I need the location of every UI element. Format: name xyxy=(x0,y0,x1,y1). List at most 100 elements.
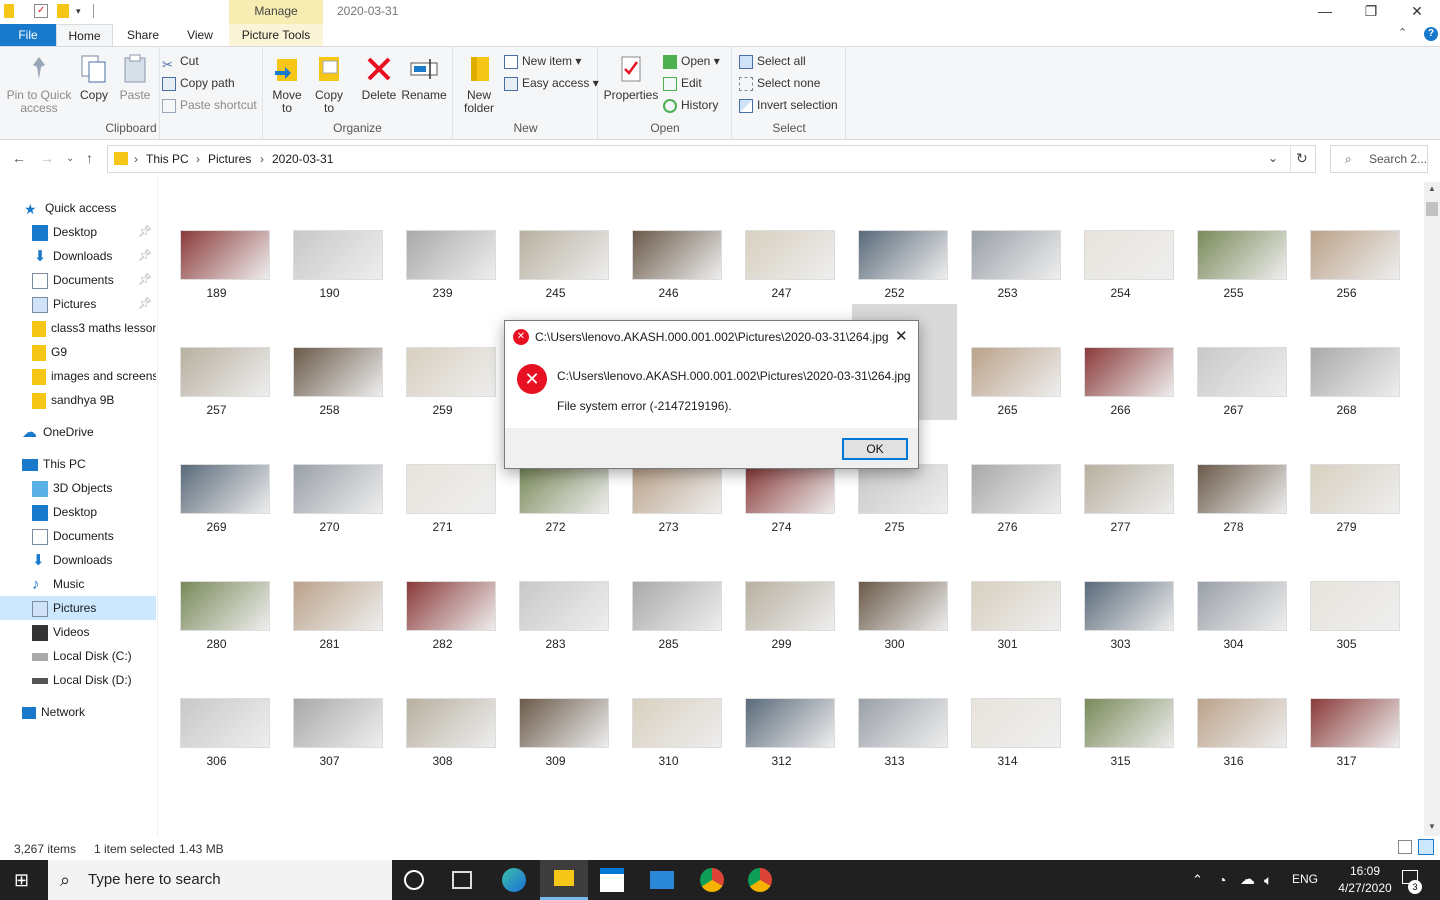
file-thumbnail[interactable]: 303 xyxy=(1064,569,1177,686)
copy-path-button[interactable]: Copy path xyxy=(162,73,235,93)
manage-context-tab[interactable]: Manage xyxy=(229,0,323,24)
refresh-icon[interactable]: ↻ xyxy=(1296,150,1308,167)
recent-locations-icon[interactable]: ⌄ xyxy=(66,153,74,164)
minimize-button[interactable]: — xyxy=(1302,0,1348,24)
new-folder-quick-icon[interactable] xyxy=(57,4,69,18)
invert-selection-button[interactable]: Invert selection xyxy=(739,95,838,115)
file-thumbnail[interactable]: 309 xyxy=(499,686,612,803)
scroll-down-icon[interactable]: ▼ xyxy=(1424,822,1440,836)
history-button[interactable]: History xyxy=(663,95,718,115)
file-thumbnail[interactable]: 256 xyxy=(1290,218,1403,335)
onedrive-cloud-icon[interactable]: ☁ xyxy=(1240,868,1264,892)
easy-access-button[interactable]: Easy access ▾ xyxy=(504,73,599,93)
vertical-scrollbar[interactable]: ▲ ▼ xyxy=(1424,182,1440,836)
new-folder-button[interactable]: New folder xyxy=(458,53,500,115)
copy-to-button[interactable]: Copy to xyxy=(309,53,349,115)
mail-icon[interactable] xyxy=(650,871,674,889)
paste-shortcut-button[interactable]: Paste shortcut xyxy=(162,95,257,115)
pin-quick-access-button[interactable]: Pin to Quick access xyxy=(4,53,74,115)
file-thumbnail[interactable]: 258 xyxy=(273,335,386,452)
edit-button[interactable]: Edit xyxy=(663,73,702,93)
collapse-ribbon-icon[interactable]: ⌃ xyxy=(1398,26,1407,39)
file-thumbnail[interactable]: 299 xyxy=(725,569,838,686)
file-thumbnail[interactable]: 246 xyxy=(612,218,725,335)
nav-pc-local-disk-c[interactable]: Local Disk (C:) xyxy=(32,644,156,668)
nav-quick-folder[interactable]: images and screens xyxy=(32,364,156,388)
chrome-icon[interactable] xyxy=(700,868,724,892)
nav-pc-local-disk-d[interactable]: Local Disk (D:) xyxy=(32,668,156,692)
file-thumbnail[interactable]: 278 xyxy=(1177,452,1290,569)
nav-pc-3d-objects[interactable]: 3D Objects xyxy=(32,476,156,500)
large-icons-view-icon[interactable] xyxy=(1418,839,1434,855)
file-thumbnail[interactable]: 255 xyxy=(1177,218,1290,335)
nav-pc-documents[interactable]: Documents xyxy=(32,524,156,548)
breadcrumb-current-folder[interactable]: 2020-03-31 xyxy=(272,152,333,166)
file-thumbnail[interactable]: 239 xyxy=(386,218,499,335)
file-thumbnail[interactable]: 245 xyxy=(499,218,612,335)
nav-quick-folder[interactable]: G9 xyxy=(32,340,156,364)
ok-button[interactable]: OK xyxy=(842,438,908,460)
file-thumbnail[interactable]: 312 xyxy=(725,686,838,803)
rename-button[interactable]: Rename xyxy=(401,53,447,102)
nav-pc-pictures[interactable]: Pictures xyxy=(0,596,156,620)
file-thumbnail[interactable]: 273 xyxy=(612,452,725,569)
up-arrow-icon[interactable]: ↑ xyxy=(86,150,93,166)
file-thumbnail[interactable]: 266 xyxy=(1064,335,1177,452)
file-thumbnail[interactable]: 277 xyxy=(1064,452,1177,569)
file-thumbnail[interactable]: 282 xyxy=(386,569,499,686)
file-thumbnail[interactable]: 313 xyxy=(838,686,951,803)
help-icon[interactable]: ? xyxy=(1424,27,1438,41)
show-hidden-icons-icon[interactable]: ⌃ xyxy=(1192,868,1216,892)
file-thumbnail[interactable]: 317 xyxy=(1290,686,1403,803)
file-thumbnail[interactable]: 315 xyxy=(1064,686,1177,803)
address-dropdown-icon[interactable]: ⌄ xyxy=(1268,151,1278,165)
windows-start-icon[interactable]: ⊞ xyxy=(14,868,38,892)
file-thumbnail[interactable]: 314 xyxy=(951,686,1064,803)
file-thumbnail[interactable]: 305 xyxy=(1290,569,1403,686)
file-thumbnail[interactable]: 310 xyxy=(612,686,725,803)
nav-quick-downloads[interactable]: ⬇ Downloads 📌︎ xyxy=(32,244,156,268)
customize-toolbar-icon[interactable]: ▾ xyxy=(76,4,90,18)
file-thumbnail[interactable]: 301 xyxy=(951,569,1064,686)
nav-network[interactable]: Network xyxy=(22,700,178,724)
file-thumbnail[interactable]: 280 xyxy=(160,569,273,686)
tab-picture-tools[interactable]: Picture Tools xyxy=(229,24,323,46)
nav-quick-pictures[interactable]: Pictures 📌︎ xyxy=(32,292,156,316)
file-thumbnail[interactable]: 283 xyxy=(499,569,612,686)
nav-quick-folder[interactable]: sandhya 9B xyxy=(32,388,156,412)
file-thumbnail[interactable]: 272 xyxy=(499,452,612,569)
file-thumbnail[interactable]: 307 xyxy=(273,686,386,803)
tab-home[interactable]: Home xyxy=(56,24,113,47)
nav-pc-downloads[interactable]: ⬇ Downloads xyxy=(32,548,156,572)
new-item-button[interactable]: New item ▾ xyxy=(504,51,581,71)
properties-button[interactable]: Properties xyxy=(603,53,659,102)
cut-button[interactable]: ✂ Cut xyxy=(162,51,199,72)
file-thumbnail[interactable]: 308 xyxy=(386,686,499,803)
file-thumbnail[interactable]: 267 xyxy=(1177,335,1290,452)
details-view-icon[interactable] xyxy=(1398,840,1412,854)
properties-quick-icon[interactable]: ✓ xyxy=(34,4,48,18)
close-window-button[interactable]: ✕ xyxy=(1394,0,1440,24)
file-thumbnail[interactable]: 285 xyxy=(612,569,725,686)
nav-onedrive[interactable]: ☁ OneDrive xyxy=(22,420,178,444)
file-thumbnail[interactable]: 279 xyxy=(1290,452,1403,569)
file-thumbnail[interactable]: 253 xyxy=(951,218,1064,335)
scroll-up-icon[interactable]: ▲ xyxy=(1424,184,1440,198)
file-thumbnail[interactable]: 274 xyxy=(725,452,838,569)
wifi-icon[interactable]: ◔ xyxy=(1218,868,1242,892)
clock-time[interactable]: 16:09 xyxy=(1340,864,1390,878)
nav-quick-access[interactable]: ★ Quick access xyxy=(24,196,180,220)
open-button[interactable]: Open ▾ xyxy=(663,51,720,71)
file-thumbnail[interactable]: 316 xyxy=(1177,686,1290,803)
nav-pc-videos[interactable]: Videos xyxy=(32,620,156,644)
nav-pc-music[interactable]: ♪ Music xyxy=(32,572,156,596)
nav-quick-documents[interactable]: Documents 📌︎ xyxy=(32,268,156,292)
breadcrumb-pictures[interactable]: Pictures xyxy=(208,152,251,166)
nav-quick-desktop[interactable]: Desktop 📌︎ xyxy=(32,220,156,244)
file-thumbnail[interactable]: 265 xyxy=(951,335,1064,452)
file-thumbnail[interactable]: 275 xyxy=(838,452,951,569)
chrome-profile-icon[interactable] xyxy=(748,868,772,892)
select-all-button[interactable]: Select all xyxy=(739,51,806,71)
file-thumbnail[interactable]: 259 xyxy=(386,335,499,452)
scroll-thumb[interactable] xyxy=(1426,202,1438,216)
